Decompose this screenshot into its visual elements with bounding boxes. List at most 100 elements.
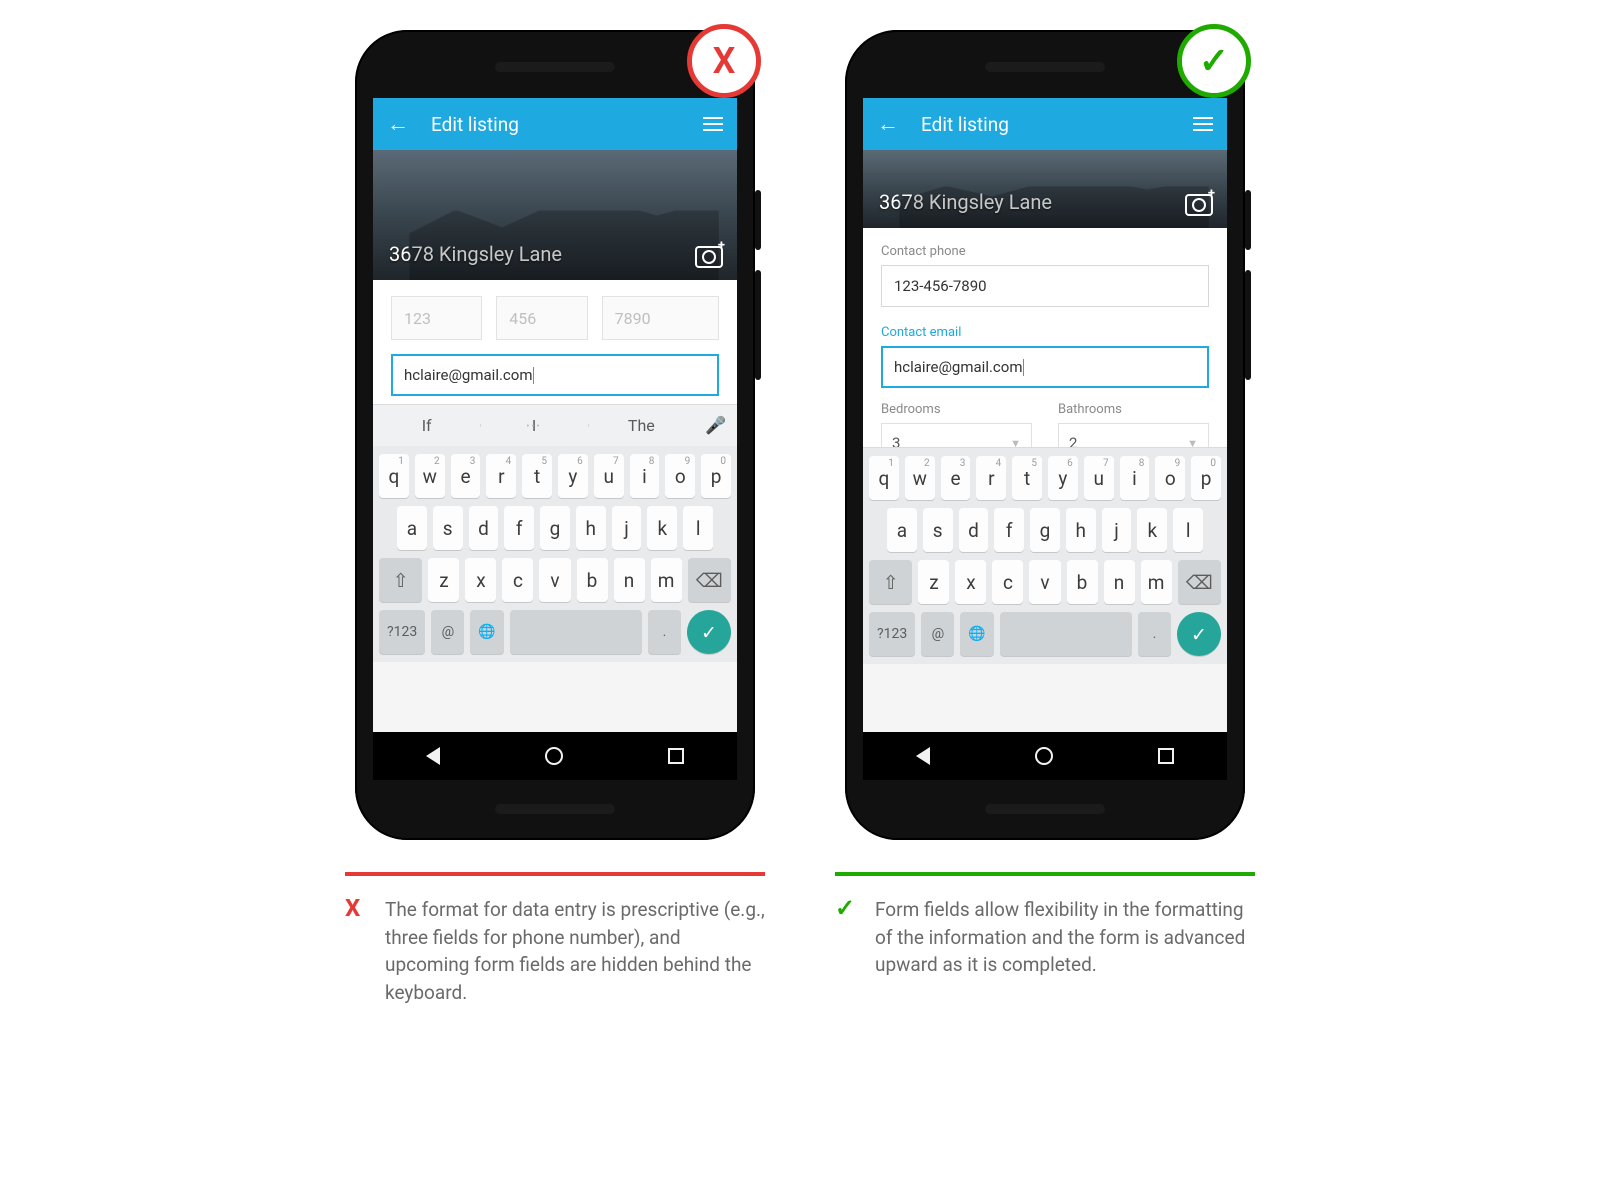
key-j[interactable]: j: [1102, 508, 1132, 552]
key-y[interactable]: y6: [1048, 456, 1078, 500]
key-q[interactable]: q1: [379, 454, 409, 498]
suggestion-1[interactable]: If: [373, 416, 480, 435]
space-key[interactable]: [510, 610, 642, 654]
key-x[interactable]: x: [955, 560, 986, 604]
shift-key[interactable]: ⇧: [869, 560, 912, 604]
phone-part-2-input[interactable]: 456: [496, 296, 587, 340]
nav-home-icon[interactable]: [545, 747, 563, 765]
key-l[interactable]: l: [683, 506, 713, 550]
key-p[interactable]: p0: [701, 454, 731, 498]
key-c[interactable]: c: [502, 558, 533, 602]
email-input[interactable]: hclaire@gmail.com: [391, 354, 719, 396]
key-n[interactable]: n: [614, 558, 645, 602]
enter-key[interactable]: ✓: [1177, 612, 1221, 656]
key-g[interactable]: g: [1030, 508, 1060, 552]
check-icon: ✓: [835, 896, 859, 979]
key-z[interactable]: z: [918, 560, 949, 604]
key-u[interactable]: u7: [1084, 456, 1114, 500]
key-s[interactable]: s: [433, 506, 463, 550]
key-c[interactable]: c: [992, 560, 1023, 604]
key-s[interactable]: s: [923, 508, 953, 552]
mic-icon[interactable]: 🎤: [695, 416, 737, 436]
period-key[interactable]: .: [648, 610, 681, 654]
backspace-key[interactable]: ⌫: [1178, 560, 1221, 604]
key-f[interactable]: f: [504, 506, 534, 550]
globe-key-icon[interactable]: 🌐: [960, 612, 993, 656]
key-r[interactable]: r4: [976, 456, 1006, 500]
hero-image: [863, 150, 1227, 228]
suggestion-2[interactable]: I •••: [480, 416, 587, 435]
kb-row-3: ⇧ zxcvbnm ⌫: [379, 558, 731, 602]
key-u[interactable]: u7: [594, 454, 624, 498]
key-b[interactable]: b: [577, 558, 608, 602]
add-photo-icon[interactable]: [1185, 194, 1213, 216]
key-y[interactable]: y6: [558, 454, 588, 498]
key-j[interactable]: j: [612, 506, 642, 550]
key-l[interactable]: l: [1173, 508, 1203, 552]
suggestion-3[interactable]: The: [588, 416, 695, 435]
key-q[interactable]: q1: [869, 456, 899, 500]
hamburger-menu-icon[interactable]: [1193, 117, 1213, 131]
android-nav-bar: [373, 732, 737, 780]
nav-recent-icon[interactable]: [668, 748, 684, 764]
backspace-key[interactable]: ⌫: [688, 558, 731, 602]
key-e[interactable]: e3: [941, 456, 971, 500]
email-input-value: hclaire@gmail.com: [404, 366, 532, 384]
key-m[interactable]: m: [651, 558, 682, 602]
key-h[interactable]: h: [1066, 508, 1096, 552]
at-key[interactable]: @: [431, 610, 464, 654]
enter-key[interactable]: ✓: [687, 610, 731, 654]
phone-input[interactable]: 123-456-7890: [881, 265, 1209, 307]
key-t[interactable]: t5: [522, 454, 552, 498]
key-x[interactable]: x: [465, 558, 496, 602]
key-n[interactable]: n: [1104, 560, 1135, 604]
badge-bad-icon: X: [687, 24, 761, 98]
key-v[interactable]: v: [539, 558, 570, 602]
key-k[interactable]: k: [647, 506, 677, 550]
side-button: [1245, 190, 1251, 250]
globe-key-icon[interactable]: 🌐: [470, 610, 503, 654]
side-button: [1245, 270, 1251, 380]
key-v[interactable]: v: [1029, 560, 1060, 604]
key-d[interactable]: d: [469, 506, 499, 550]
key-a[interactable]: a: [397, 506, 427, 550]
key-p[interactable]: p0: [1191, 456, 1221, 500]
key-o[interactable]: o9: [665, 454, 695, 498]
key-d[interactable]: d: [959, 508, 989, 552]
key-t[interactable]: t5: [1012, 456, 1042, 500]
phone-frame-good: ✓ ← Edit listing 3678 Kingsley Lane: [845, 30, 1245, 840]
phone-part-1-input[interactable]: 123: [391, 296, 482, 340]
key-z[interactable]: z: [428, 558, 459, 602]
key-w[interactable]: w2: [415, 454, 445, 498]
key-a[interactable]: a: [887, 508, 917, 552]
key-m[interactable]: m: [1141, 560, 1172, 604]
key-i[interactable]: i8: [1120, 456, 1150, 500]
shift-key[interactable]: ⇧: [379, 558, 422, 602]
key-r[interactable]: r4: [486, 454, 516, 498]
back-arrow-icon[interactable]: ←: [387, 111, 409, 137]
key-e[interactable]: e3: [451, 454, 481, 498]
hamburger-menu-icon[interactable]: [703, 117, 723, 131]
kb-row-3: ⇧ zxcvbnm ⌫: [869, 560, 1221, 604]
key-g[interactable]: g: [540, 506, 570, 550]
back-arrow-icon[interactable]: ←: [877, 111, 899, 137]
nav-home-icon[interactable]: [1035, 747, 1053, 765]
key-w[interactable]: w2: [905, 456, 935, 500]
period-key[interactable]: .: [1138, 612, 1171, 656]
nav-back-icon[interactable]: [426, 747, 440, 765]
key-f[interactable]: f: [994, 508, 1024, 552]
key-h[interactable]: h: [576, 506, 606, 550]
at-key[interactable]: @: [921, 612, 954, 656]
add-photo-icon[interactable]: [695, 246, 723, 268]
key-b[interactable]: b: [1067, 560, 1098, 604]
symbols-key[interactable]: ?123: [869, 612, 915, 656]
email-input[interactable]: hclaire@gmail.com: [881, 346, 1209, 388]
symbols-key[interactable]: ?123: [379, 610, 425, 654]
key-k[interactable]: k: [1137, 508, 1167, 552]
nav-back-icon[interactable]: [916, 747, 930, 765]
key-i[interactable]: i8: [630, 454, 660, 498]
space-key[interactable]: [1000, 612, 1132, 656]
key-o[interactable]: o9: [1155, 456, 1185, 500]
nav-recent-icon[interactable]: [1158, 748, 1174, 764]
phone-part-3-input[interactable]: 7890: [602, 296, 719, 340]
